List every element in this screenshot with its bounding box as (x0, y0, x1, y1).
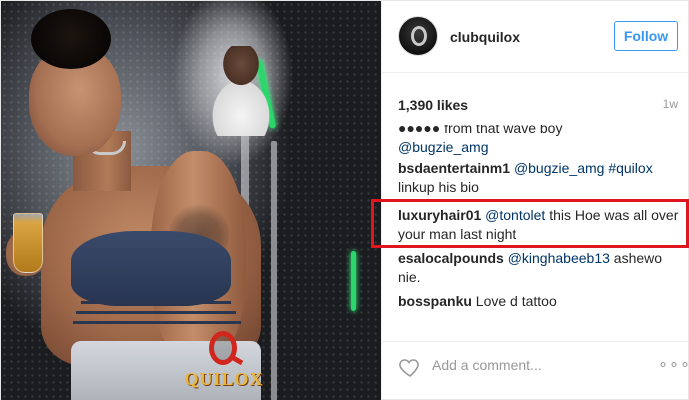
account-username[interactable]: clubquilox (450, 29, 520, 45)
photo-strap (73, 321, 241, 324)
post-photo[interactable]: QUILOX (1, 1, 381, 400)
photo-subject-hair (31, 9, 111, 69)
heart-icon[interactable] (398, 355, 422, 379)
follow-button[interactable]: Follow (614, 21, 678, 51)
post-timestamp[interactable]: 1w (663, 97, 678, 111)
photo-background-person (206, 46, 276, 136)
instagram-post: QUILOX clubquilox Follow 1,390 likes 1w … (0, 0, 689, 400)
avatar[interactable] (398, 16, 438, 56)
comment-mention[interactable]: @bugzie_amg (514, 160, 605, 176)
more-options-icon[interactable]: ∘∘∘ (658, 354, 689, 374)
comment-mention[interactable]: @bugzie_amg (398, 139, 489, 155)
photo-strap (81, 301, 231, 304)
comment-text: Love d tattoo (475, 293, 557, 309)
avatar-q-mark (411, 26, 427, 46)
photo-champagne-glass (13, 213, 43, 273)
comment-username[interactable]: esalocalpounds (398, 250, 504, 266)
comment-hashtag[interactable]: #quilox (608, 160, 652, 176)
list-item: esalocalpounds @kinghabeeb13 ashewo nie. (398, 249, 680, 287)
quilox-logo: QUILOX (179, 331, 269, 395)
add-comment-input[interactable]: Add a comment... (432, 357, 542, 373)
list-item: bosspanku Love d tattoo (398, 292, 680, 311)
highlight-box (371, 199, 689, 248)
photo-neon-light (351, 251, 356, 311)
comment-username[interactable]: bsdaentertainm1 (398, 160, 510, 176)
comment-text: linkup his bio (398, 179, 479, 195)
comment-mention[interactable]: @kinghabeeb13 (508, 250, 610, 266)
photo-rail (271, 141, 277, 400)
comment-composer: Add a comment... ∘∘∘ (382, 341, 689, 400)
list-item: ●●●●● from that wave boy @bugzie_amg (398, 120, 680, 157)
post-header: clubquilox Follow (382, 1, 689, 73)
list-item: bsdaentertainm1 @bugzie_amg #quilox link… (398, 159, 680, 197)
comment-text: ●●●●● from that wave boy (398, 120, 563, 136)
photo-strap (76, 311, 236, 314)
photo-subject-top (71, 231, 231, 306)
comment-username[interactable]: bosspanku (398, 293, 472, 309)
likes-count[interactable]: 1,390 likes (398, 97, 468, 113)
quilox-logo-q-tail (228, 353, 244, 366)
quilox-logo-text: QUILOX (184, 369, 264, 389)
